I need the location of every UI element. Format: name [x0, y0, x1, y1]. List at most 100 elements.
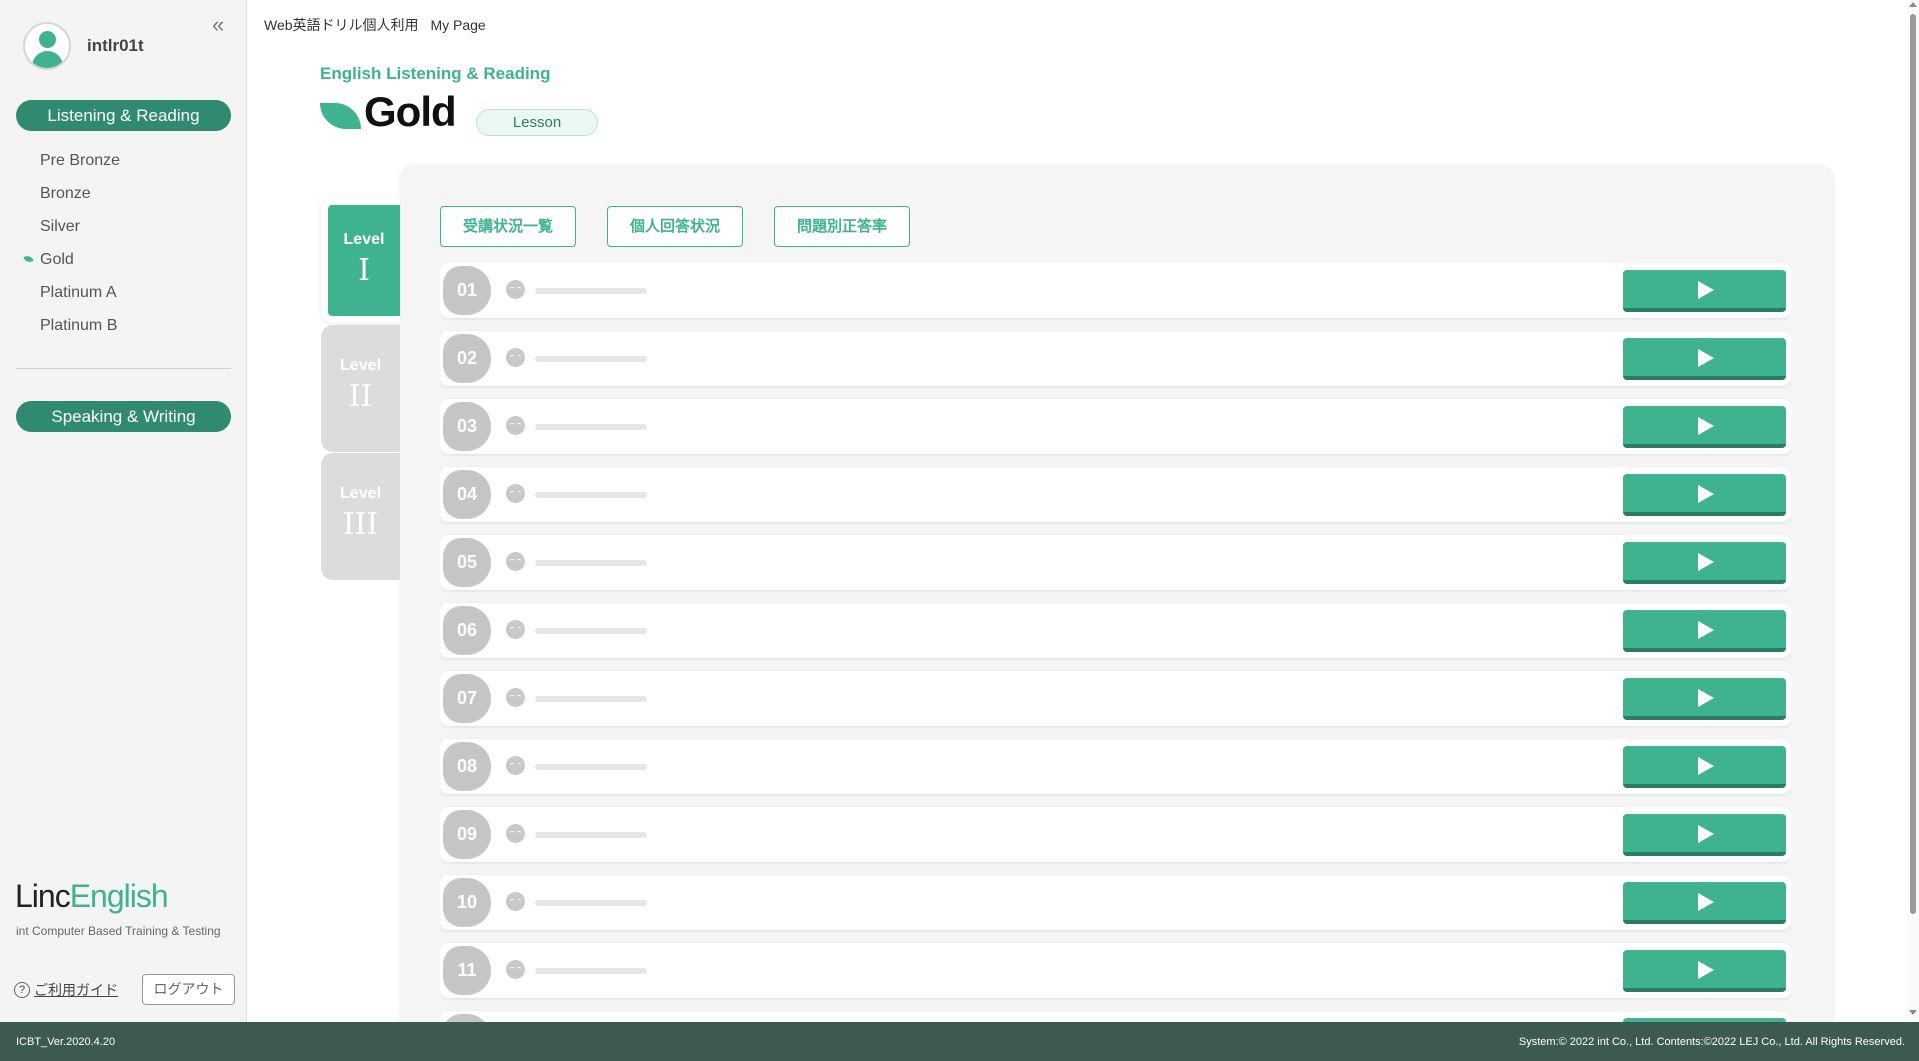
tab-label: Level: [340, 485, 381, 502]
progress-bar: [535, 288, 647, 294]
logout-button[interactable]: ログアウト: [142, 974, 235, 1005]
user-profile: intlr01t: [23, 22, 144, 70]
guide-link[interactable]: ? ご利用ガイド: [14, 980, 118, 1000]
status-face-icon: [506, 280, 525, 299]
sidebar-item-platinum-a[interactable]: Platinum A: [40, 282, 120, 315]
progress-bar: [535, 424, 647, 430]
lesson-row: 08: [440, 739, 1791, 794]
breadcrumb-app: Web英語ドリル個人利用: [264, 17, 419, 33]
lesson-number: 09: [443, 810, 491, 859]
lesson-number: 03: [443, 402, 491, 451]
status-face-icon: [506, 960, 525, 979]
breadcrumb: Web英語ドリル個人利用 My Page: [264, 15, 486, 35]
copyright-text: System:© 2022 int Co., Ltd. Contents:©20…: [1518, 1036, 1905, 1048]
play-button[interactable]: [1623, 542, 1786, 584]
play-button[interactable]: [1623, 746, 1786, 788]
sidebar-divider: [16, 368, 231, 369]
lesson-number: 05: [443, 538, 491, 587]
status-list-button[interactable]: 受講状況一覧: [440, 206, 576, 247]
sidebar-item-bronze[interactable]: Bronze: [40, 183, 120, 216]
play-button[interactable]: [1623, 474, 1786, 516]
brand-logo: LincEnglish: [15, 878, 169, 914]
personal-answers-button[interactable]: 個人回答状況: [607, 206, 743, 247]
sidebar-item-silver[interactable]: Silver: [40, 216, 120, 249]
progress-bar: [535, 696, 647, 702]
status-face-icon: [506, 620, 525, 639]
collapse-sidebar-icon[interactable]: «: [212, 12, 224, 38]
username: intlr01t: [87, 36, 144, 55]
status-face-icon: [506, 756, 525, 775]
status-face-icon: [506, 688, 525, 707]
breadcrumb-page[interactable]: My Page: [430, 17, 485, 33]
lesson-row: 06: [440, 603, 1791, 658]
sidebar: intlr01t « Listening & Reading Pre Bronz…: [0, 0, 247, 1022]
lesson-number: 12: [443, 1014, 491, 1022]
status-face-icon: [506, 552, 525, 571]
play-button[interactable]: [1623, 678, 1786, 720]
tab-label: Level: [343, 231, 385, 248]
lesson-number: 07: [443, 674, 491, 723]
play-button[interactable]: [1623, 270, 1786, 312]
lesson-row: 09: [440, 807, 1791, 862]
play-button[interactable]: [1623, 882, 1786, 924]
status-face-icon: [506, 348, 525, 367]
tab-level-1[interactable]: Level I: [321, 198, 400, 323]
accuracy-by-question-button[interactable]: 問題別正答率: [774, 206, 910, 247]
tab-numeral: I: [358, 253, 370, 288]
play-button[interactable]: [1623, 950, 1786, 992]
lesson-row: 02: [440, 331, 1791, 386]
course-label: English Listening & Reading: [320, 64, 551, 83]
progress-bar: [535, 628, 647, 634]
lesson-list: 01 02 03 04 05 06 07 08 09 10 11 12: [440, 263, 1791, 1022]
status-face-icon: [506, 824, 525, 843]
brand-tagline: int Computer Based Training & Testing: [16, 924, 221, 938]
tab-numeral: III: [342, 507, 379, 542]
lesson-row: 04: [440, 467, 1791, 522]
scroll-thumb[interactable]: [1910, 14, 1916, 914]
leaf-icon: [320, 103, 361, 129]
sidebar-item-platinum-b[interactable]: Platinum B: [40, 315, 120, 348]
progress-bar: [535, 968, 647, 974]
lesson-row: 12: [440, 1011, 1791, 1022]
version-text: ICBT_Ver.2020.4.20: [16, 1036, 116, 1048]
tab-level-3[interactable]: Level III: [321, 453, 400, 580]
tab-numeral: II: [348, 379, 373, 414]
play-button[interactable]: [1623, 814, 1786, 856]
play-button[interactable]: [1623, 338, 1786, 380]
status-face-icon: [506, 892, 525, 911]
leaf-icon: [23, 255, 34, 263]
avatar-icon: [23, 22, 71, 70]
lesson-number: 01: [443, 266, 491, 315]
tab-level-2[interactable]: Level II: [321, 325, 400, 452]
play-button[interactable]: [1623, 610, 1786, 652]
lesson-row: 10: [440, 875, 1791, 930]
lesson-row: 05: [440, 535, 1791, 590]
lesson-number: 06: [443, 606, 491, 655]
footer: ICBT_Ver.2020.4.20 System:© 2022 int Co.…: [0, 1022, 1919, 1061]
progress-bar: [535, 492, 647, 498]
status-face-icon: [506, 416, 525, 435]
tab-label: Level: [340, 357, 381, 374]
lesson-badge: Lesson: [476, 109, 598, 136]
progress-bar: [535, 832, 647, 838]
play-button[interactable]: [1623, 406, 1786, 448]
scrollbar[interactable]: [1907, 0, 1919, 1022]
status-face-icon: [506, 484, 525, 503]
lesson-number: 11: [443, 946, 491, 995]
progress-bar: [535, 560, 647, 566]
speaking-writing-button[interactable]: Speaking & Writing: [16, 401, 231, 432]
sidebar-item-pre-bronze[interactable]: Pre Bronze: [40, 150, 120, 183]
progress-bar: [535, 900, 647, 906]
scroll-down-icon[interactable]: [1909, 1010, 1917, 1015]
help-icon: ?: [14, 982, 30, 998]
lesson-row: 07: [440, 671, 1791, 726]
sidebar-item-gold[interactable]: Gold: [23, 249, 120, 282]
lesson-number: 02: [443, 334, 491, 383]
lesson-row: 03: [440, 399, 1791, 454]
lesson-number: 08: [443, 742, 491, 791]
progress-bar: [535, 356, 647, 362]
listening-reading-button[interactable]: Listening & Reading: [16, 100, 231, 131]
scroll-up-icon[interactable]: [1909, 2, 1917, 7]
guide-label: ご利用ガイド: [34, 982, 118, 998]
page-title: Gold: [364, 88, 457, 135]
